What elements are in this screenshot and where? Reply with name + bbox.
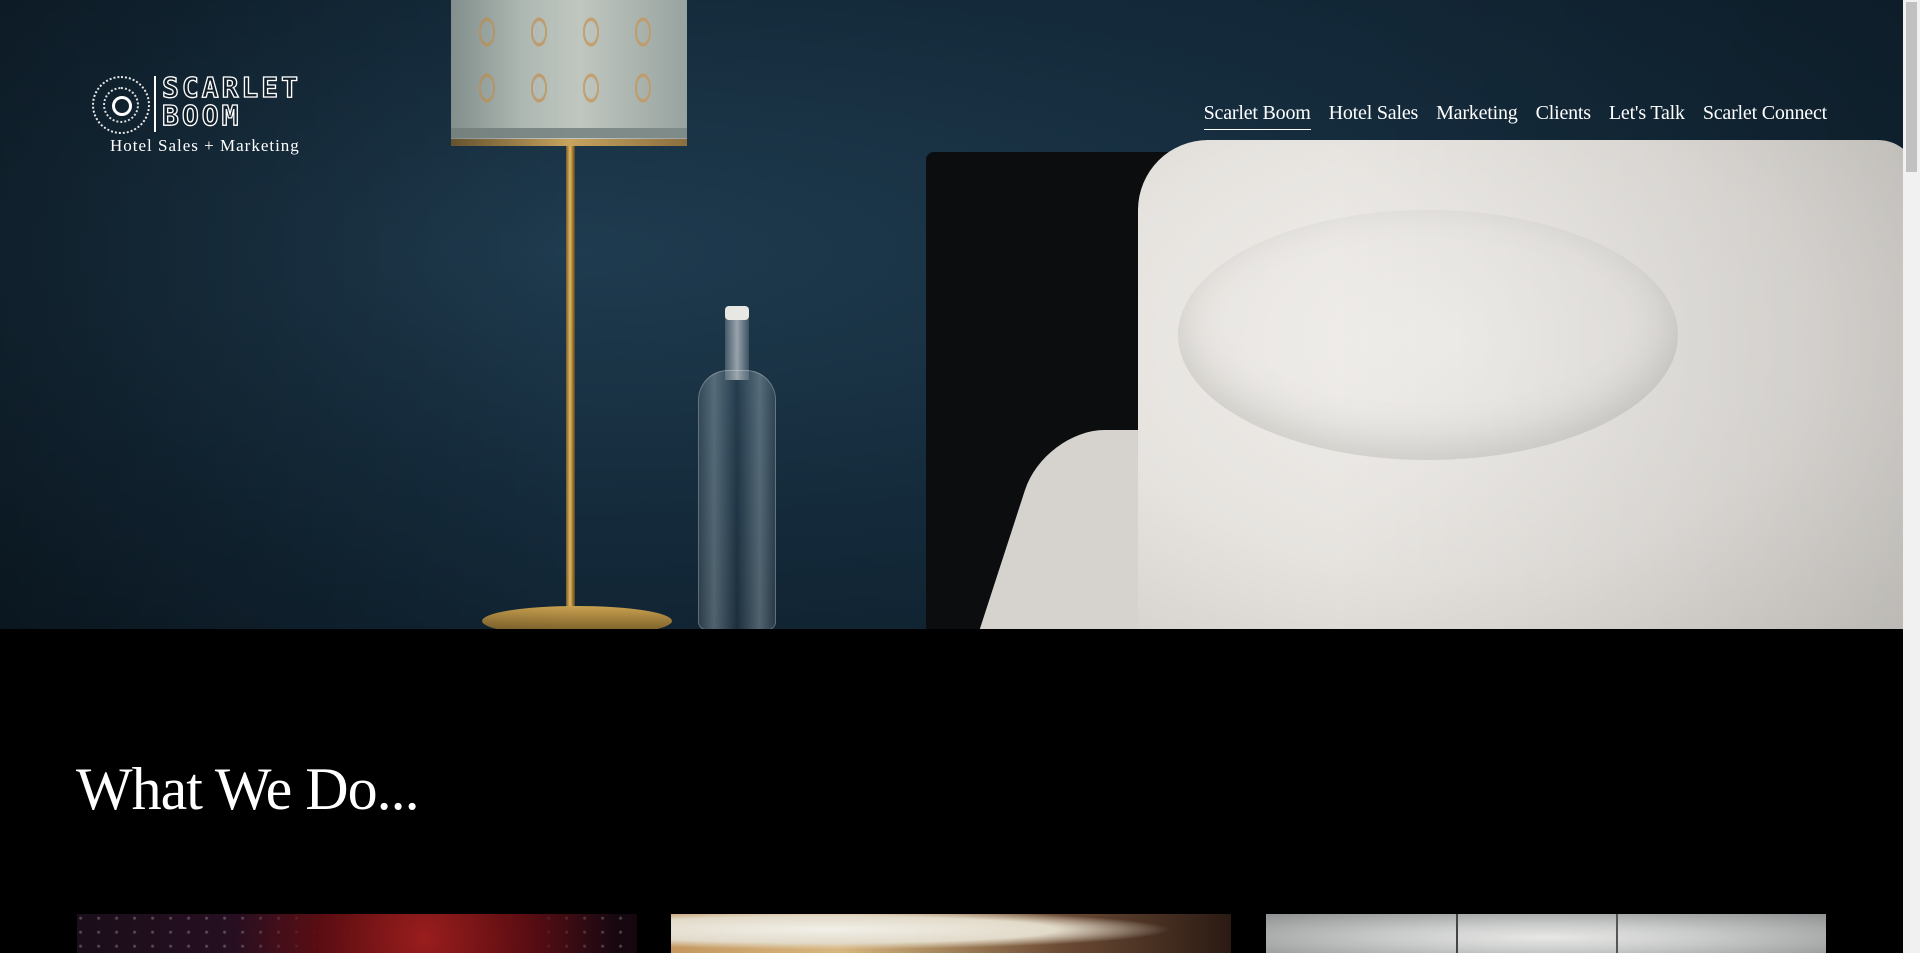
nav-link-scarlet-connect[interactable]: Scarlet Connect <box>1703 102 1827 130</box>
nav-link-hotel-sales[interactable]: Hotel Sales <box>1329 102 1419 130</box>
logo-wordmark-line1: SCARLET <box>161 71 302 104</box>
logo-wordmark-line2: BOOM <box>161 99 242 132</box>
page-scrollbar[interactable] <box>1903 0 1920 953</box>
section-title: What We Do... <box>76 756 420 822</box>
service-card-image-2[interactable] <box>671 914 1231 953</box>
nav-link-scarlet-boom[interactable]: Scarlet Boom <box>1203 102 1311 130</box>
starburst-ring-icon <box>92 76 150 134</box>
logo-tagline: Hotel Sales + Marketing <box>110 136 300 155</box>
service-card-image-3[interactable] <box>1266 914 1826 953</box>
service-card-image-1[interactable] <box>77 914 637 953</box>
nav-link-marketing[interactable]: Marketing <box>1436 102 1518 130</box>
main-nav: Scarlet Boom Hotel Sales Marketing Clien… <box>1203 102 1827 130</box>
logo-divider <box>154 76 156 132</box>
nav-link-lets-talk[interactable]: Let's Talk <box>1609 102 1685 130</box>
scrollbar-thumb[interactable] <box>1906 2 1917 172</box>
nav-link-clients[interactable]: Clients <box>1536 102 1591 130</box>
site-logo[interactable]: SCARLET BOOM Hotel Sales + Marketing <box>88 70 338 162</box>
